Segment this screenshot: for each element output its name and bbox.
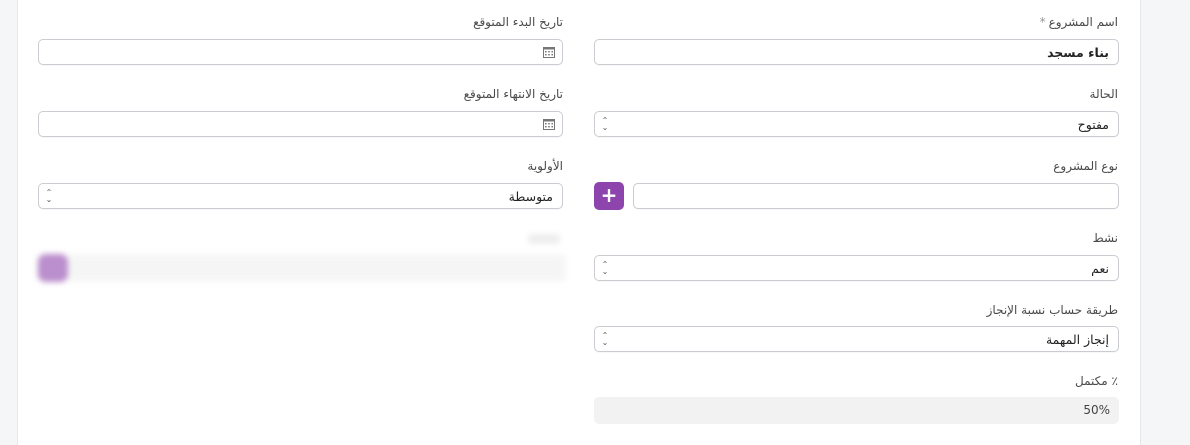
active-label: نشط	[1092, 231, 1118, 245]
calendar-icon[interactable]	[543, 46, 555, 58]
calendar-icon[interactable]	[543, 118, 555, 130]
required-mark: *	[1039, 15, 1046, 29]
project-name-value: بناء مسجد	[1047, 45, 1109, 60]
form-panel	[17, 0, 1141, 445]
start-date-label: تاريخ البدء المتوقع	[473, 15, 563, 29]
end-date-label: تاريخ الانتهاء المتوقع	[463, 87, 563, 101]
percent-complete-field: 50%	[594, 397, 1119, 424]
project-type-input[interactable]	[633, 183, 1119, 209]
project-type-label: نوع المشروع	[1053, 159, 1118, 173]
project-name-label: اسم المشروع*	[1039, 15, 1118, 29]
start-date-input[interactable]	[38, 39, 563, 65]
completion-method-value: إنجاز المهمة	[1045, 332, 1109, 347]
completion-method-label: طريقة حساب نسبة الإنجاز	[986, 303, 1118, 317]
select-arrows-icon: ⌃ ⌄	[45, 188, 53, 204]
project-name-input[interactable]: بناء مسجد	[594, 39, 1119, 65]
percent-complete-label: ٪ مكتمل	[1075, 374, 1118, 388]
priority-label: الأولوية	[527, 159, 563, 173]
add-project-type-button[interactable]: +	[594, 182, 624, 210]
select-arrows-icon: ⌃ ⌄	[601, 116, 609, 132]
percent-complete-value: 50%	[1083, 403, 1110, 417]
blurred-ghost-field	[36, 232, 566, 292]
select-arrows-icon: ⌃ ⌄	[601, 331, 609, 347]
priority-value: متوسطة	[508, 189, 553, 204]
active-select[interactable]: نعم ⌃ ⌄	[594, 255, 1119, 281]
plus-icon: +	[600, 183, 618, 207]
completion-method-select[interactable]: إنجاز المهمة ⌃ ⌄	[594, 326, 1119, 352]
active-value: نعم	[1091, 261, 1109, 276]
end-date-input[interactable]	[38, 111, 563, 137]
status-select[interactable]: مفتوح ⌃ ⌄	[594, 111, 1119, 137]
status-value: مفتوح	[1077, 117, 1109, 132]
priority-select[interactable]: متوسطة ⌃ ⌄	[38, 183, 563, 209]
select-arrows-icon: ⌃ ⌄	[601, 260, 609, 276]
status-label: الحالة	[1089, 87, 1118, 101]
